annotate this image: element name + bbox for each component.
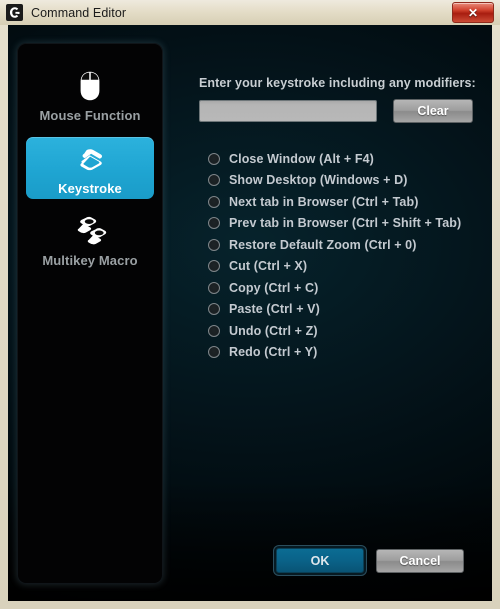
ok-button[interactable]: OK [276,548,364,573]
radio-icon [208,238,220,251]
close-button[interactable]: ✕ [452,2,494,23]
sidebar-item-mouse-function[interactable]: Mouse Function [26,61,154,129]
keystroke-preset-list: Close Window (Alt + F4) Show Desktop (Wi… [208,148,478,363]
radio-icon [208,195,220,208]
radio-option-label: Copy (Ctrl + C) [229,280,319,295]
radio-icon [208,324,220,337]
sidebar-item-keystroke[interactable]: Keystroke [26,137,154,199]
logitech-g-logo-icon [6,4,23,21]
window-content: Mouse Function Keystroke Multikey Macro … [8,25,492,601]
radio-icon [208,260,220,273]
radio-icon [208,281,220,294]
radio-option-label: Redo (Ctrl + Y) [229,345,318,360]
prompt-label: Enter your keystroke including any modif… [199,76,476,90]
sidebar-item-label: Mouse Function [39,108,141,123]
radio-option-label: Close Window (Alt + F4) [229,151,374,166]
sidebar-item-multikey-macro[interactable]: Multikey Macro [26,206,154,274]
radio-option[interactable]: Undo (Ctrl + Z) [208,320,478,342]
radio-option[interactable]: Prev tab in Browser (Ctrl + Shift + Tab) [208,213,478,235]
mouse-icon [79,67,101,101]
keycap-icon [75,140,105,174]
radio-icon [208,346,220,359]
radio-option[interactable]: Next tab in Browser (Ctrl + Tab) [208,191,478,213]
sidebar-item-label: Multikey Macro [42,253,138,268]
titlebar: Command Editor ✕ [0,0,500,25]
radio-option[interactable]: Restore Default Zoom (Ctrl + 0) [208,234,478,256]
radio-icon [208,303,220,316]
double-keycap-icon [73,212,107,246]
main-panel: Enter your keystroke including any modif… [188,25,492,601]
radio-option-label: Paste (Ctrl + V) [229,302,320,317]
radio-option[interactable]: Redo (Ctrl + Y) [208,342,478,364]
keystroke-input[interactable] [199,100,377,122]
sidebar: Mouse Function Keystroke Multikey Macro [17,43,163,584]
radio-option-label: Show Desktop (Windows + D) [229,173,408,188]
sidebar-item-label: Keystroke [58,181,122,196]
cancel-button[interactable]: Cancel [376,549,464,573]
radio-icon [208,152,220,165]
radio-option-label: Next tab in Browser (Ctrl + Tab) [229,194,419,209]
radio-icon [208,217,220,230]
radio-option-label: Undo (Ctrl + Z) [229,323,318,338]
command-editor-window: Command Editor ✕ Mouse Function Keystrok… [0,0,500,609]
clear-button[interactable]: Clear [393,99,473,123]
radio-option[interactable]: Paste (Ctrl + V) [208,299,478,321]
close-icon: ✕ [467,5,479,20]
window-title: Command Editor [31,5,127,20]
radio-option-label: Cut (Ctrl + X) [229,259,308,274]
radio-option[interactable]: Close Window (Alt + F4) [208,148,478,170]
radio-option-label: Prev tab in Browser (Ctrl + Shift + Tab) [229,216,462,231]
radio-icon [208,174,220,187]
radio-option[interactable]: Show Desktop (Windows + D) [208,170,478,192]
radio-option-label: Restore Default Zoom (Ctrl + 0) [229,237,417,252]
radio-option[interactable]: Copy (Ctrl + C) [208,277,478,299]
radio-option[interactable]: Cut (Ctrl + X) [208,256,478,278]
